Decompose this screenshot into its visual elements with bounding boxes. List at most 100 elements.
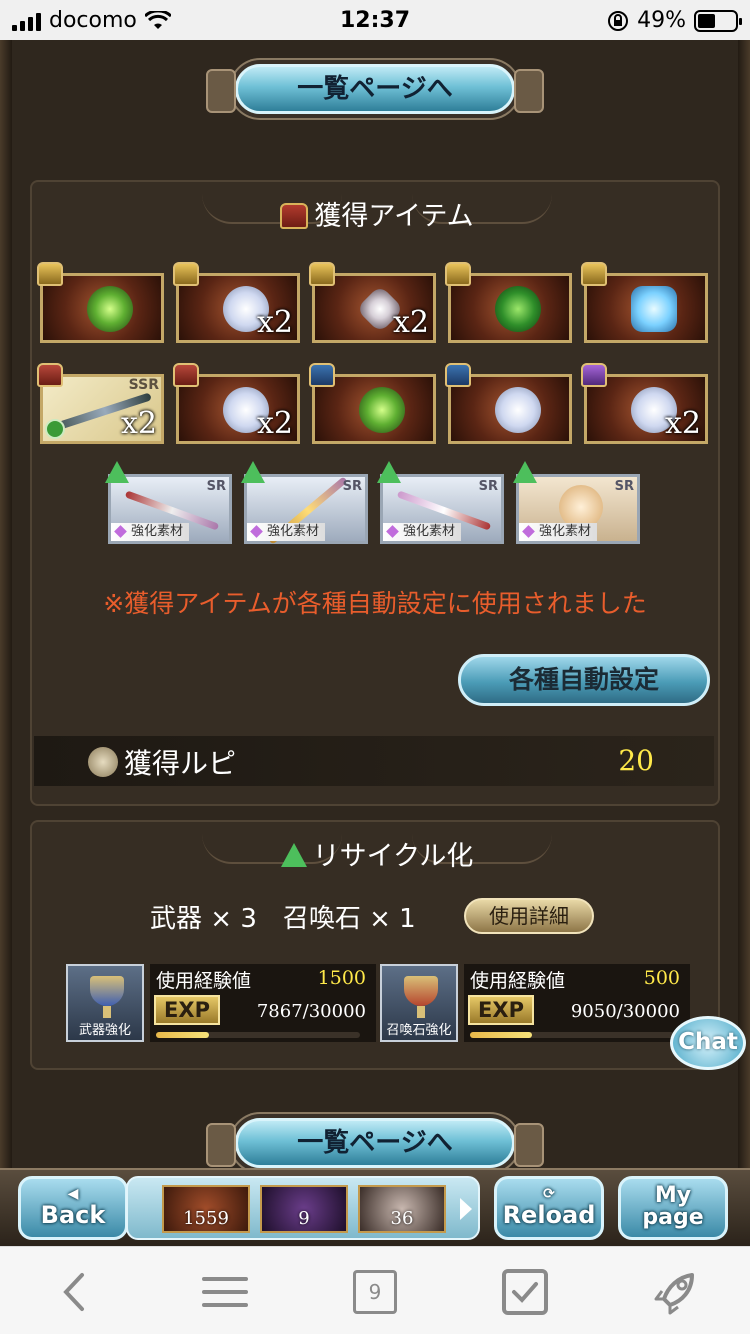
wind-orb-icon <box>87 286 133 332</box>
sr-weapon-item[interactable]: SR 強化素材 <box>377 461 504 544</box>
game-view: 一覧ページへ 獲得アイテム x2 x2 SSR x2 x2 x2 SR 強化素材 S… <box>0 40 750 1168</box>
quick-item-slot[interactable]: 1559 <box>162 1185 250 1233</box>
rupie-row: 獲得ルピ 20 <box>34 736 714 786</box>
chevron-right-icon[interactable] <box>460 1198 472 1220</box>
battery-percent: 49% <box>637 8 686 33</box>
red-chest-icon <box>37 363 63 387</box>
wind-element-icon <box>45 419 65 439</box>
back-chevron-icon[interactable] <box>48 1265 102 1319</box>
rupie-value: 20 <box>618 744 654 777</box>
wind-orb-icon <box>359 387 405 433</box>
reward-item[interactable]: x2 <box>309 262 436 343</box>
status-bar: docomo 12:37 49% <box>0 0 750 40</box>
enhancement-material-tag: 強化素材 <box>383 523 462 541</box>
weapon-exp-info: 使用経験値 1500 EXP 7867/30000 <box>150 964 376 1042</box>
treasure-chest-icon <box>280 203 309 229</box>
menu-icon[interactable] <box>198 1265 252 1319</box>
reward-item[interactable]: x2 <box>173 363 300 444</box>
sr-summon-item[interactable]: SR 強化素材 <box>513 461 640 544</box>
ice-crystal-icon <box>631 286 677 332</box>
exp-title: 使用経験値 <box>156 970 252 992</box>
recycle-icon <box>280 843 307 867</box>
game-bottom-nav: ◀ Back 1559 9 36 ⟳ Reload My page <box>0 1168 750 1246</box>
gold-chest-icon <box>37 262 63 286</box>
weapon-enhance-exp-card: 武器強化 使用経験値 1500 EXP 7867/30000 <box>66 964 376 1044</box>
summon-enhance-exp-card: 召喚石強化 使用経験値 500 EXP 9050/30000 <box>380 964 690 1044</box>
exp-progress-fill <box>156 1032 210 1038</box>
blue-chest-icon <box>309 363 335 387</box>
mypage-button[interactable]: My page <box>618 1176 728 1240</box>
exp-value: 500 <box>643 967 680 989</box>
character-orb-icon <box>495 387 541 433</box>
rupie-label: 獲得ルピ <box>124 747 237 780</box>
reload-icon: ⟳ <box>543 1186 555 1202</box>
summon-enhance-cup: 召喚石強化 <box>380 964 458 1042</box>
sr-weapon-item[interactable]: SR 強化素材 <box>241 461 368 545</box>
enhancement-material-tag: 強化素材 <box>519 523 598 541</box>
reload-button[interactable]: ⟳ Reload <box>494 1176 604 1240</box>
acquired-items-heading: 獲得アイテム <box>32 194 722 233</box>
enhancement-material-tag: 強化素材 <box>111 523 190 541</box>
recycle-icon <box>105 461 129 483</box>
auto-settings-button[interactable]: 各種自動設定 <box>458 654 710 706</box>
rotation-lock-icon <box>608 10 629 31</box>
blue-chest-icon <box>445 363 471 387</box>
exp-badge: EXP <box>468 995 534 1025</box>
green-orb-icon <box>495 286 541 332</box>
summon-enhance-label: 召喚石強化 <box>386 1023 452 1038</box>
rarity-label: SSR <box>128 377 159 393</box>
gold-chest-icon <box>173 262 199 286</box>
goblet-icon <box>404 976 438 1006</box>
summon-exp-info: 使用経験値 500 EXP 9050/30000 <box>464 964 690 1042</box>
weapon-enhance-cup: 武器強化 <box>66 964 144 1042</box>
reward-item[interactable] <box>37 262 164 343</box>
list-page-button-top[interactable]: 一覧ページへ <box>206 64 544 114</box>
quick-item-slot[interactable]: 36 <box>358 1185 446 1233</box>
exp-badge: EXP <box>154 995 220 1025</box>
purple-chest-icon <box>581 363 607 387</box>
rocket-icon[interactable] <box>648 1265 702 1319</box>
recycle-summary: 武器 × 3 召喚石 × 1 <box>150 904 416 934</box>
browser-toolbar: 9 <box>0 1246 750 1334</box>
recycle-icon <box>377 461 401 483</box>
recycle-icon <box>241 461 265 483</box>
auto-setting-notice: ※獲得アイテムが各種自動設定に使用されました <box>103 589 647 618</box>
recycle-icon <box>513 461 537 483</box>
red-chest-icon <box>173 363 199 387</box>
chat-button[interactable]: Chat <box>670 1016 746 1070</box>
weapon-enhance-label: 武器強化 <box>78 1023 131 1038</box>
gold-chest-icon <box>309 262 335 286</box>
back-button[interactable]: ◀ Back <box>18 1176 128 1240</box>
reward-item[interactable]: x2 <box>173 262 300 343</box>
gold-chest-icon <box>581 262 607 286</box>
rupie-coin-icon <box>88 747 118 777</box>
exp-value: 1500 <box>317 967 366 989</box>
usage-details-button[interactable]: 使用詳細 <box>464 898 594 934</box>
bookmark-check-icon[interactable] <box>498 1265 552 1319</box>
list-page-button-bottom[interactable]: 一覧ページへ <box>206 1118 544 1168</box>
tabs-button[interactable]: 9 <box>348 1265 402 1319</box>
back-arrow-icon: ◀ <box>67 1186 79 1202</box>
exp-progress-text: 9050/30000 <box>570 1001 680 1022</box>
battery-icon <box>694 9 742 32</box>
goblet-icon <box>90 976 124 1006</box>
exp-progress-bar <box>470 1032 674 1038</box>
reward-item[interactable] <box>445 262 572 343</box>
enhancement-material-tag: 強化素材 <box>247 523 326 541</box>
exp-title: 使用経験値 <box>470 970 566 992</box>
reward-item[interactable]: x2 <box>581 363 708 444</box>
reward-item-ssr-weapon[interactable]: SSR x2 <box>37 363 164 444</box>
tab-count: 9 <box>353 1270 397 1314</box>
recycle-heading: リサイクル化 <box>32 834 722 873</box>
gold-chest-icon <box>445 262 471 286</box>
reward-item[interactable] <box>581 262 708 343</box>
quick-item-slot[interactable]: 9 <box>260 1185 348 1233</box>
acquired-items-title: 獲得アイテム <box>314 201 474 232</box>
reward-item[interactable] <box>309 363 436 444</box>
quick-item-bar: 1559 9 36 <box>126 1176 480 1240</box>
exp-progress-bar <box>156 1032 360 1038</box>
sr-weapon-item[interactable]: SR 強化素材 <box>105 461 232 544</box>
recycle-title: リサイクル化 <box>312 841 474 872</box>
reward-item[interactable] <box>445 363 572 444</box>
exp-progress-fill <box>470 1032 532 1038</box>
